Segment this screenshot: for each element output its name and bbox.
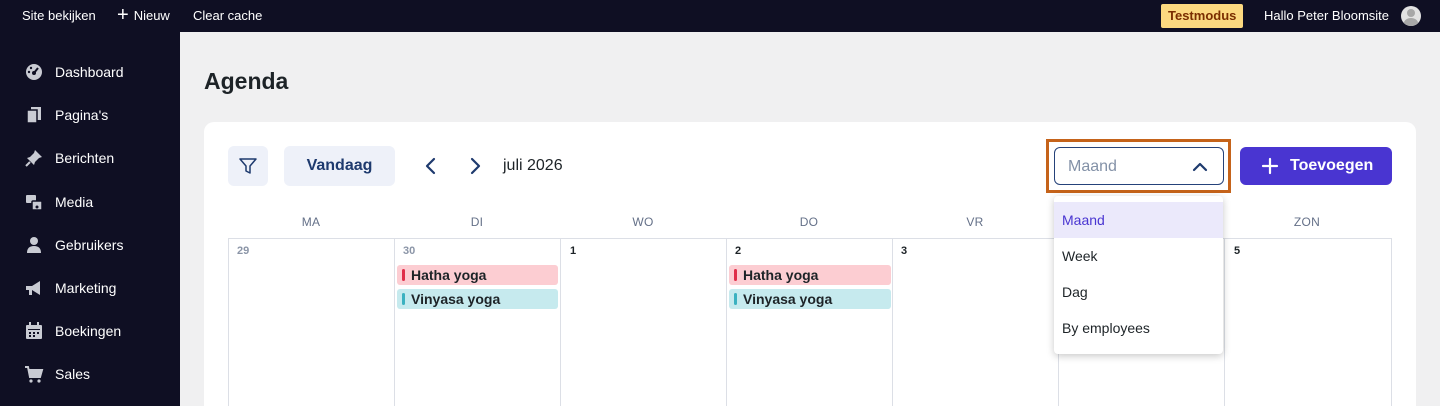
new-link[interactable]: + Nieuw (117, 0, 170, 32)
sidebar-item-sales[interactable]: Sales (0, 356, 180, 392)
sidebar-item-users[interactable]: Gebruikers (0, 227, 180, 263)
grid-divider (892, 238, 893, 406)
view-site-link[interactable]: Site bekijken (22, 0, 96, 32)
day-number[interactable]: 2 (735, 245, 741, 257)
grid-divider (726, 238, 727, 406)
pin-icon (25, 150, 42, 167)
view-option-week[interactable]: Week (1054, 238, 1223, 274)
event-title: Hatha yoga (743, 267, 819, 283)
view-option-by-employees[interactable]: By employees (1054, 310, 1223, 346)
view-option-month[interactable]: Maand (1054, 202, 1223, 238)
media-icon (26, 195, 43, 211)
grid-divider (394, 238, 395, 406)
chevron-left-icon[interactable] (421, 155, 441, 177)
weekday-header: ZON (1293, 215, 1321, 229)
weekday-header: VR (966, 215, 984, 229)
event-title: Vinyasa yoga (411, 291, 501, 307)
today-button[interactable]: Vandaag (284, 146, 395, 186)
weekday-header: DO (799, 215, 819, 229)
megaphone-icon (26, 281, 40, 295)
test-mode-badge: Testmodus (1161, 4, 1244, 28)
admin-bar: Site bekijken + Nieuw Clear cache Testmod… (0, 0, 1440, 32)
sidebar-item-label: Media (55, 194, 94, 210)
chevron-up-icon (1192, 162, 1208, 172)
grid-divider (1224, 238, 1225, 406)
view-option-day[interactable]: Dag (1054, 274, 1223, 310)
add-button[interactable]: Toevoegen (1240, 147, 1392, 185)
day-number[interactable]: 29 (237, 245, 249, 257)
weekday-header: WO (632, 215, 654, 229)
grid-divider (228, 238, 229, 406)
user-greeting[interactable]: Hallo Peter Bloomsite (1264, 0, 1389, 32)
calendar-event[interactable]: Hatha yoga (729, 265, 891, 285)
add-button-label: Toevoegen (1290, 157, 1374, 174)
sidebar-item-label: Berichten (55, 150, 115, 166)
sidebar-item-label: Marketing (55, 280, 117, 296)
weekday-header: MA (301, 215, 321, 229)
calendar-event[interactable]: Hatha yoga (397, 265, 558, 285)
sidebar-item-label: Gebruikers (55, 237, 124, 253)
sidebar-item-label: Dashboard (55, 64, 124, 80)
current-month-label: juli 2026 (503, 157, 563, 174)
calendar-event[interactable]: Vinyasa yoga (729, 289, 891, 309)
sidebar-item-dashboard[interactable]: Dashboard (0, 54, 180, 90)
calendar-icon (26, 322, 42, 339)
users-icon (27, 237, 41, 253)
day-number[interactable]: 3 (901, 245, 907, 257)
plus-icon (1261, 157, 1279, 175)
weekday-header: DI (470, 215, 484, 229)
grid-divider (1391, 238, 1392, 406)
cart-icon (25, 366, 44, 383)
page-title: Agenda (204, 68, 289, 94)
chevron-right-icon[interactable] (465, 155, 485, 177)
day-number[interactable]: 5 (1234, 245, 1240, 257)
sidebar-item-label: Sales (55, 366, 91, 382)
sidebar-item-label: Boekingen (55, 323, 122, 339)
filter-button[interactable] (228, 146, 268, 186)
sidebar-item-marketing[interactable]: Marketing (0, 270, 180, 306)
view-select[interactable]: Maand (1054, 147, 1224, 185)
sidebar-item-pages[interactable]: Pagina's (0, 97, 180, 133)
sidebar-item-posts[interactable]: Berichten (0, 140, 180, 176)
event-title: Hatha yoga (411, 267, 487, 283)
plus-icon: + (117, 4, 129, 26)
calendar-event[interactable]: Vinyasa yoga (397, 289, 558, 309)
event-title: Vinyasa yoga (743, 291, 833, 307)
day-number[interactable]: 1 (570, 245, 576, 257)
view-dropdown-menu: Maand Week Dag By employees (1054, 196, 1223, 354)
sidebar-item-label: Pagina's (55, 107, 109, 123)
sidebar-item-bookings[interactable]: Boekingen (0, 313, 180, 349)
sidebar: Dashboard Pagina's Berichten Media Gebru… (0, 32, 180, 406)
grid-divider (560, 238, 561, 406)
view-select-value: Maand (1068, 158, 1117, 175)
new-link-label: Nieuw (133, 8, 170, 23)
sidebar-item-media[interactable]: Media (0, 184, 180, 220)
filter-icon (239, 158, 257, 174)
day-number[interactable]: 30 (403, 245, 415, 257)
pages-icon (26, 107, 41, 124)
clear-cache-link[interactable]: Clear cache (193, 0, 262, 32)
avatar[interactable] (1401, 6, 1421, 26)
dashboard-icon (26, 64, 42, 80)
